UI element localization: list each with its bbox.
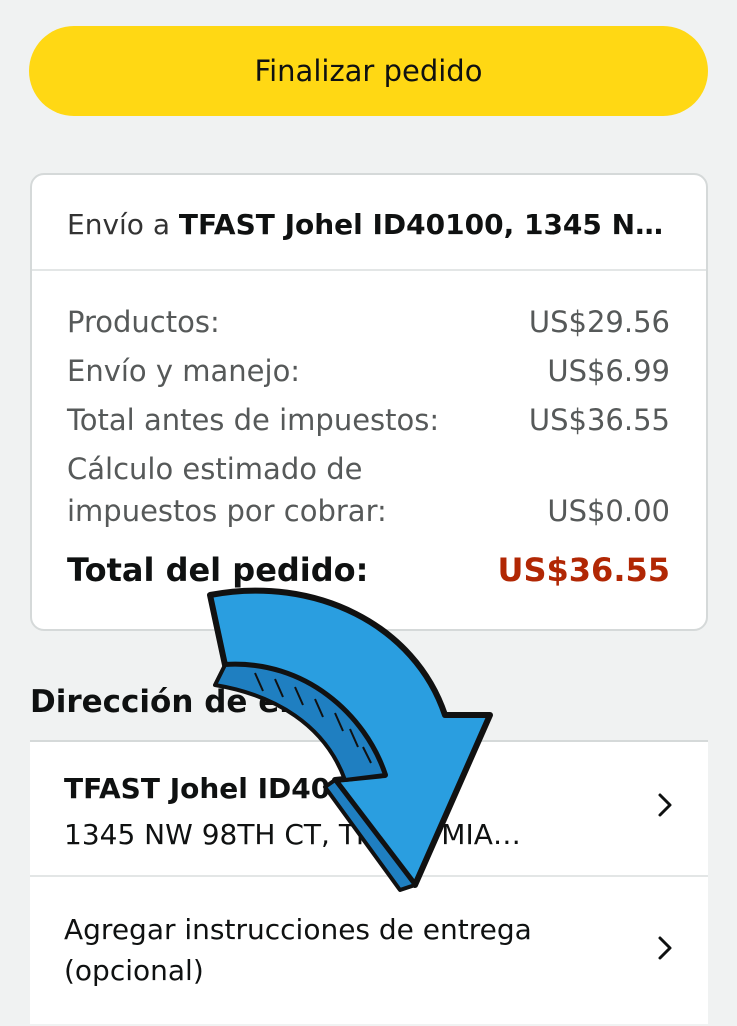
row-label: Envío y manejo: [67,354,301,388]
address-line: 1345 NW 98TH CT, TFAST, MIA… [64,818,521,851]
delivery-instructions-row[interactable]: Agregar instrucciones de entrega (opcion… [30,879,708,1026]
ship-to-header[interactable]: Envío a TFAST Johel ID40100, 1345 N… [32,175,706,271]
shipping-address-title: Dirección de envío [30,684,354,720]
chevron-right-icon [652,792,678,818]
finalize-order-button[interactable]: Finalizar pedido [29,26,708,116]
row-label: Total antes de impuestos: [67,403,440,437]
address-row[interactable]: TFAST Johel ID40100 1345 NW 98TH CT, TFA… [30,742,708,877]
row-value: US$0.00 [547,494,670,528]
row-label: Productos: [67,305,220,339]
ship-to-prefix: Envío a [67,208,170,241]
chevron-right-icon [652,935,678,961]
row-label-line1: Cálculo estimado de [67,452,363,486]
row-value: US$6.99 [547,354,670,388]
row-label-line2: impuestos por cobrar: [67,494,387,528]
shipping-address-card: TFAST Johel ID40100 1345 NW 98TH CT, TFA… [30,740,708,1024]
summary-row-pretax: Total antes de impuestos: US$36.55 [67,399,670,441]
row-label: Cálculo estimado de impuestos por cobrar… [67,448,387,532]
order-summary-card: Envío a TFAST Johel ID40100, 1345 N… Pro… [30,173,708,631]
summary-row-shipping: Envío y manejo: US$6.99 [67,350,670,392]
ship-to-name: TFAST Johel ID40100, 1345 N… [178,208,664,241]
row-value: US$36.55 [528,403,670,437]
summary-row-products: Productos: US$29.56 [67,301,670,343]
summary-row-total: Total del pedido: US$36.55 [67,549,670,591]
row-value: US$29.56 [528,305,670,339]
delivery-instructions-label: Agregar instrucciones de entrega (opcion… [64,913,532,987]
summary-row-tax: Cálculo estimado de impuestos por cobrar… [67,448,670,532]
total-value: US$36.55 [497,551,670,589]
total-label: Total del pedido: [67,551,369,589]
finalize-order-label: Finalizar pedido [254,54,483,88]
address-name: TFAST Johel ID40100 [64,772,389,805]
